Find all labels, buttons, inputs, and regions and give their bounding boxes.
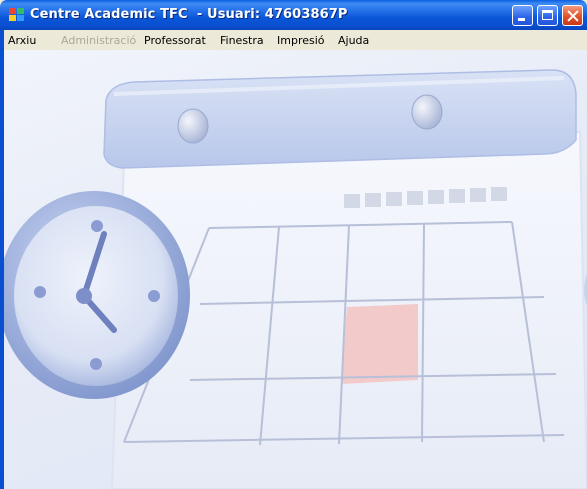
close-button[interactable]	[562, 5, 583, 26]
menu-administracio: Administració	[61, 34, 137, 47]
calendar-clock-illustration	[4, 69, 587, 489]
menu-arxiu[interactable]: Arxiu	[8, 34, 36, 47]
minimize-icon	[518, 18, 525, 21]
app-window: Centre Academic TFC - Usuari: 47603867P …	[0, 0, 587, 489]
menu-bar: Arxiu Administració Professorat Finestra…	[4, 30, 587, 50]
menu-professorat[interactable]: Professorat	[144, 34, 206, 47]
menu-finestra[interactable]: Finestra	[220, 34, 264, 47]
minimize-button[interactable]	[512, 5, 533, 26]
window-title: Centre Academic TFC - Usuari: 47603867P	[30, 7, 348, 22]
maximize-icon	[542, 10, 553, 20]
app-icon[interactable]	[9, 8, 25, 22]
menu-impresio[interactable]: Impresió	[277, 34, 325, 47]
mdi-client-area[interactable]	[4, 50, 587, 489]
maximize-button[interactable]	[537, 5, 558, 26]
title-bar[interactable]: Centre Academic TFC - Usuari: 47603867P	[0, 0, 587, 30]
menu-ajuda[interactable]: Ajuda	[338, 34, 369, 47]
